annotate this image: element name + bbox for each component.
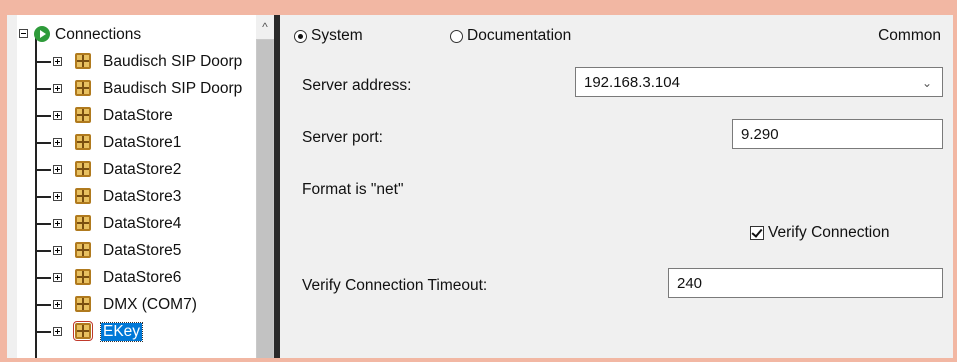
tree-connector bbox=[35, 142, 51, 144]
tree-item-label: DataStore bbox=[103, 106, 173, 124]
server-port-label: Server port: bbox=[302, 129, 383, 146]
server-address-value: 192.168.3.104 bbox=[584, 73, 680, 91]
tree-connector bbox=[35, 223, 51, 225]
tree-item[interactable]: DataStore bbox=[17, 102, 256, 129]
datastore-icon bbox=[75, 296, 91, 312]
tree-item[interactable]: DataStore3 bbox=[17, 183, 256, 210]
system-radio-label: System bbox=[311, 27, 363, 44]
system-radio[interactable]: System bbox=[294, 27, 363, 45]
datastore-icon bbox=[75, 215, 91, 231]
expand-icon[interactable] bbox=[53, 57, 62, 66]
expand-icon[interactable] bbox=[53, 246, 62, 255]
tree-connector bbox=[35, 277, 51, 279]
tree-item[interactable]: DataStore6 bbox=[17, 264, 256, 291]
expand-icon[interactable] bbox=[53, 111, 62, 120]
tree-item-label: DataStore4 bbox=[103, 214, 182, 232]
expand-icon[interactable] bbox=[53, 138, 62, 147]
collapse-icon[interactable] bbox=[19, 29, 28, 38]
expand-icon[interactable] bbox=[53, 192, 62, 201]
radio-unselected-icon[interactable] bbox=[450, 29, 463, 43]
expand-icon[interactable] bbox=[53, 300, 62, 309]
tree-item[interactable]: DataStore5 bbox=[17, 237, 256, 264]
tree-item-label: Baudisch SIP Doorp bbox=[103, 79, 243, 97]
datastore-icon bbox=[75, 107, 91, 123]
window-frame: Connections Baudisch SIP Doorp Baudisch … bbox=[7, 15, 953, 358]
datastore-icon bbox=[75, 134, 91, 150]
play-circle-icon bbox=[34, 26, 50, 42]
tree-item-label: DataStore5 bbox=[103, 241, 182, 259]
tree-item-label: DataStore3 bbox=[103, 187, 182, 205]
section-label: Common bbox=[878, 27, 941, 44]
tree-connector bbox=[35, 250, 51, 252]
datastore-icon bbox=[73, 321, 93, 341]
tree-connector bbox=[35, 61, 51, 63]
expand-icon[interactable] bbox=[53, 327, 62, 336]
expand-icon[interactable] bbox=[53, 219, 62, 228]
tree-connector bbox=[35, 115, 51, 117]
documentation-radio-label: Documentation bbox=[467, 27, 572, 44]
tree-item-label: DataStore1 bbox=[103, 133, 182, 151]
server-port-value: 9.290 bbox=[741, 125, 779, 143]
tree-connector bbox=[35, 196, 51, 198]
format-text: Format is "net" bbox=[302, 181, 404, 198]
tree-connector bbox=[35, 304, 51, 306]
tree-item[interactable]: DataStore1 bbox=[17, 129, 256, 156]
datastore-icon bbox=[75, 242, 91, 258]
expand-icon[interactable] bbox=[53, 273, 62, 282]
tree-item[interactable]: DMX (COM7) bbox=[17, 291, 256, 318]
datastore-icon bbox=[75, 80, 91, 96]
timeout-field[interactable]: 240 bbox=[668, 268, 943, 298]
server-address-label: Server address: bbox=[302, 77, 412, 94]
tree-item-label: DataStore2 bbox=[103, 160, 182, 178]
timeout-label: Verify Connection Timeout: bbox=[302, 277, 488, 294]
tree-connector bbox=[35, 331, 51, 333]
scroll-up-icon[interactable]: ^ bbox=[256, 15, 274, 39]
tree-item[interactable]: DataStore2 bbox=[17, 156, 256, 183]
checkbox-checked-icon[interactable] bbox=[750, 226, 764, 240]
tree-connector bbox=[35, 169, 51, 171]
expand-icon[interactable] bbox=[53, 165, 62, 174]
tree-scrollbar[interactable]: ^ bbox=[256, 15, 274, 358]
verify-connection-label: Verify Connection bbox=[768, 224, 890, 241]
server-port-field[interactable]: 9.290 bbox=[732, 119, 943, 149]
tree-item-label: DataStore6 bbox=[103, 268, 182, 286]
chevron-down-icon[interactable]: ⌄ bbox=[922, 76, 932, 90]
datastore-icon bbox=[75, 269, 91, 285]
tree-item-label: DMX (COM7) bbox=[103, 295, 197, 313]
tree-item[interactable]: Baudisch SIP Doorp bbox=[17, 75, 256, 102]
scroll-thumb[interactable] bbox=[257, 40, 273, 358]
expand-icon[interactable] bbox=[53, 84, 62, 93]
datastore-icon bbox=[75, 53, 91, 69]
radio-selected-icon[interactable] bbox=[294, 29, 307, 43]
tree-root-label: Connections bbox=[55, 25, 142, 43]
tree-item-label: EKey bbox=[99, 321, 144, 342]
datastore-icon bbox=[75, 188, 91, 204]
documentation-radio[interactable]: Documentation bbox=[450, 27, 571, 45]
verify-connection-checkbox[interactable]: Verify Connection bbox=[750, 224, 890, 242]
timeout-value: 240 bbox=[677, 274, 703, 292]
tree-item-selected[interactable]: EKey bbox=[17, 318, 256, 345]
tree-item[interactable]: DataStore4 bbox=[17, 210, 256, 237]
tree-connector bbox=[35, 88, 51, 90]
datastore-icon bbox=[75, 161, 91, 177]
connections-tree: Connections Baudisch SIP Doorp Baudisch … bbox=[17, 15, 256, 358]
server-address-dropdown[interactable]: 192.168.3.104 ⌄ bbox=[575, 67, 943, 97]
properties-panel: System Documentation Common Server addre… bbox=[280, 15, 953, 358]
tree-item-label: Baudisch SIP Doorp bbox=[103, 52, 243, 70]
tree-item[interactable]: Baudisch SIP Doorp bbox=[17, 48, 256, 75]
tree-root-connections[interactable]: Connections bbox=[17, 21, 256, 48]
